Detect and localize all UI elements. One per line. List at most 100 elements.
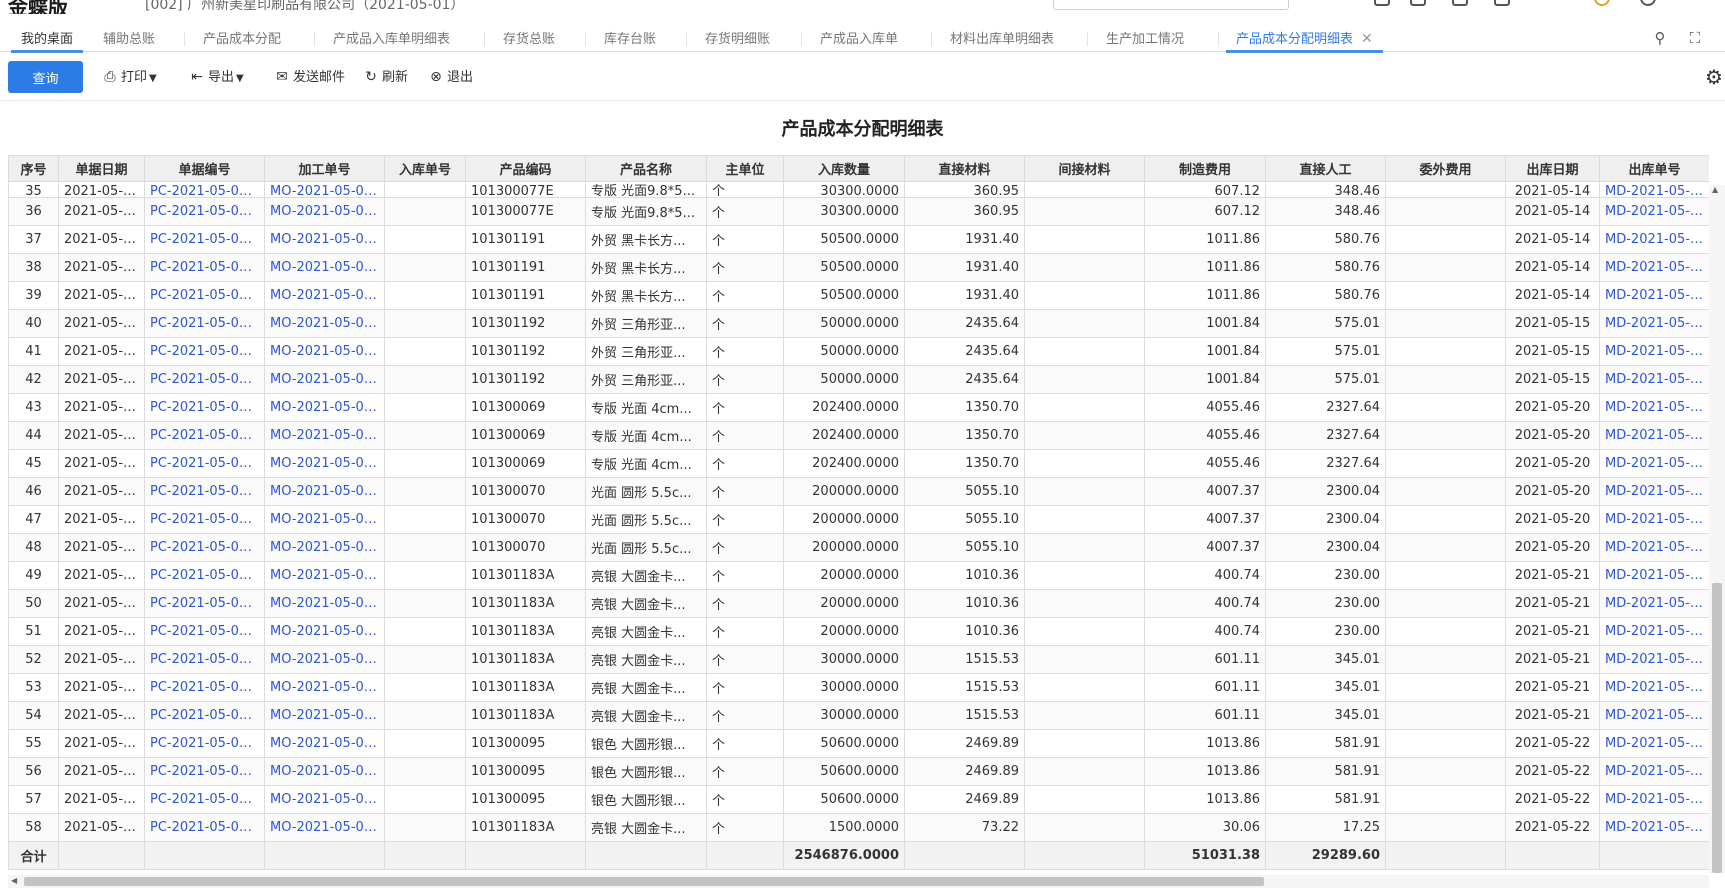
scroll-up-icon[interactable]: ▲	[1712, 185, 1718, 194]
avatar-icon[interactable]	[1594, 0, 1610, 6]
table-cell-link[interactable]: PC-2021-05-0002	[144, 449, 265, 478]
column-header[interactable]: 序号	[8, 155, 59, 182]
column-header[interactable]: 产品名称	[585, 155, 707, 182]
table-cell-link[interactable]: MO-2021-05-0121	[264, 589, 385, 618]
table-row[interactable]: 49 2021-05-31 PC-2021-05-0002 MO-2021-05-01…	[8, 561, 1709, 590]
table-row[interactable]: 53 2021-05-31 PC-2021-05-0002 MO-2021-05-01…	[8, 673, 1709, 702]
table-cell-link[interactable]: MD-2021-05-0092	[1599, 365, 1709, 394]
table-cell-link[interactable]: PC-2021-05-0002	[144, 281, 265, 310]
column-header[interactable]: 直接人工	[1265, 155, 1386, 182]
table-cell-link[interactable]: MO-2021-05-0078	[264, 181, 385, 198]
query-button[interactable]: 查询	[8, 61, 83, 93]
table-cell-link[interactable]: PC-2021-05-0002	[144, 617, 265, 646]
table-cell-link[interactable]: PC-2021-05-0002	[144, 561, 265, 590]
table-cell-link[interactable]: MD-2021-05-0084	[1599, 225, 1709, 254]
table-cell-link[interactable]: MD-2021-05-0134	[1599, 729, 1709, 758]
table-cell-link[interactable]: MO-2021-05-0080	[264, 281, 385, 310]
table-row[interactable]: 58 2021-05-31 PC-2021-05-0002 MO-2021-05-01…	[8, 813, 1709, 842]
table-cell-link[interactable]: PC-2021-05-0002	[144, 309, 265, 338]
table-cell-link[interactable]: MD-2021-05-0084	[1599, 253, 1709, 282]
table-cell-link[interactable]: MO-2021-05-0113	[264, 421, 385, 450]
refresh-button[interactable]: ↻ 刷新	[363, 66, 408, 88]
tab-cost-allocation-detail[interactable]: 产品成本分配明细表 ✕	[1226, 28, 1383, 53]
column-header[interactable]: 单据编号	[144, 155, 265, 182]
table-cell-link[interactable]: MD-2021-05-0130	[1599, 701, 1709, 730]
column-header[interactable]: 出库日期	[1505, 155, 1600, 182]
table-row[interactable]: 52 2021-05-31 PC-2021-05-0002 MO-2021-05-01…	[8, 645, 1709, 674]
help-icon[interactable]	[1640, 0, 1656, 6]
scroll-left-icon[interactable]: ◀	[11, 876, 17, 885]
table-cell-link[interactable]: MO-2021-05-0113	[264, 533, 385, 562]
search-icon[interactable]: ⚲	[1650, 28, 1670, 48]
table-cell-link[interactable]: MO-2021-05-0123	[264, 673, 385, 702]
table-cell-link[interactable]: MO-2021-05-0080	[264, 225, 385, 254]
table-cell-link[interactable]: MD-2021-05-0082	[1599, 197, 1709, 226]
table-cell-link[interactable]: PC-2021-05-0002	[144, 181, 265, 198]
tab-finished-goods-receipt[interactable]: 产成品入库单	[820, 28, 898, 52]
table-row[interactable]: 50 2021-05-31 PC-2021-05-0002 MO-2021-05-01…	[8, 589, 1709, 618]
tab-inventory-detail[interactable]: 存货明细账	[705, 28, 770, 52]
table-cell-link[interactable]: MD-2021-05-0119	[1599, 421, 1709, 450]
table-cell-link[interactable]: MO-2021-05-0088	[264, 365, 385, 394]
tab-cost-allocation[interactable]: 产品成本分配	[203, 28, 281, 52]
table-cell-link[interactable]: MO-2021-05-0127	[264, 729, 385, 758]
table-row[interactable]: 44 2021-05-31 PC-2021-05-0002 MO-2021-05-01…	[8, 421, 1709, 450]
vertical-scroll-thumb[interactable]	[1712, 583, 1722, 873]
table-row[interactable]: 35 2021-05-31 PC-2021-05-0002 MO-2021-05-00…	[8, 181, 1709, 198]
table-cell-link[interactable]: MD-2021-05-0134	[1599, 785, 1709, 814]
table-row[interactable]: 54 2021-05-31 PC-2021-05-0002 MO-2021-05-01…	[8, 701, 1709, 730]
tab-material-issue-detail[interactable]: 材料出库单明细表	[950, 28, 1054, 52]
table-cell-link[interactable]: PC-2021-05-0002	[144, 729, 265, 758]
table-row[interactable]: 41 2021-05-31 PC-2021-05-0002 MO-2021-05-00…	[8, 337, 1709, 366]
tab-inventory-ledger[interactable]: 存货总账	[503, 28, 555, 52]
table-cell-link[interactable]: PC-2021-05-0002	[144, 253, 265, 282]
table-row[interactable]: 39 2021-05-31 PC-2021-05-0002 MO-2021-05-00…	[8, 281, 1709, 310]
table-cell-link[interactable]: PC-2021-05-0002	[144, 477, 265, 506]
horizontal-scroll-thumb[interactable]	[24, 877, 1264, 886]
table-cell-link[interactable]: MO-2021-05-0121	[264, 617, 385, 646]
table-cell-link[interactable]: PC-2021-05-0002	[144, 813, 265, 842]
table-row[interactable]: 42 2021-05-31 PC-2021-05-0002 MO-2021-05-00…	[8, 365, 1709, 394]
table-row[interactable]: 38 2021-05-31 PC-2021-05-0002 MO-2021-05-00…	[8, 253, 1709, 282]
column-header[interactable]: 产品编码	[465, 155, 586, 182]
column-header[interactable]: 间接材料	[1024, 155, 1145, 182]
table-cell-link[interactable]: MD-2021-05-0119	[1599, 533, 1709, 562]
send-email-button[interactable]: ✉ 发送邮件	[274, 66, 345, 88]
column-header[interactable]: 入库单号	[384, 155, 466, 182]
table-row[interactable]: 37 2021-05-31 PC-2021-05-0002 MO-2021-05-00…	[8, 225, 1709, 254]
table-cell-link[interactable]: MD-2021-05-0119	[1599, 477, 1709, 506]
table-row[interactable]: 43 2021-05-31 PC-2021-05-0002 MO-2021-05-01…	[8, 393, 1709, 422]
export-button[interactable]: ⇤ 导出 ▼	[189, 66, 244, 88]
gear-icon[interactable]: ⚙	[1705, 65, 1723, 89]
table-cell-link[interactable]: MD-2021-05-0092	[1599, 337, 1709, 366]
table-cell-link[interactable]: MO-2021-05-0123	[264, 701, 385, 730]
table-cell-link[interactable]: PC-2021-05-0002	[144, 589, 265, 618]
table-cell-link[interactable]: PC-2021-05-0002	[144, 533, 265, 562]
close-icon[interactable]: ✕	[1361, 31, 1373, 47]
table-cell-link[interactable]: MD-2021-05-0119	[1599, 449, 1709, 478]
table-cell-link[interactable]: MD-2021-05-0092	[1599, 309, 1709, 338]
column-header[interactable]: 直接材料	[904, 155, 1025, 182]
header-tool-icon[interactable]	[1410, 0, 1426, 6]
header-tool-icon[interactable]	[1494, 0, 1510, 6]
table-cell-link[interactable]: MD-2021-05-0119	[1599, 393, 1709, 422]
tab-stock-ledger[interactable]: 库存台账	[604, 28, 656, 52]
table-row[interactable]: 48 2021-05-31 PC-2021-05-0002 MO-2021-05-01…	[8, 533, 1709, 562]
table-cell-link[interactable]: MD-2021-05-0134	[1599, 813, 1709, 842]
table-cell-link[interactable]: MD-2021-05-0130	[1599, 645, 1709, 674]
table-cell-link[interactable]: MD-2021-05-0084	[1599, 281, 1709, 310]
table-cell-link[interactable]: MO-2021-05-0080	[264, 253, 385, 282]
header-tool-icon[interactable]	[1374, 0, 1390, 6]
table-cell-link[interactable]: MO-2021-05-0078	[264, 197, 385, 226]
table-cell-link[interactable]: MD-2021-05-0128	[1599, 617, 1709, 646]
table-cell-link[interactable]: MO-2021-05-0127	[264, 785, 385, 814]
table-row[interactable]: 45 2021-05-31 PC-2021-05-0002 MO-2021-05-01…	[8, 449, 1709, 478]
table-cell-link[interactable]: MD-2021-05-0082	[1599, 181, 1709, 198]
table-cell-link[interactable]: MO-2021-05-0088	[264, 309, 385, 338]
table-cell-link[interactable]: PC-2021-05-0002	[144, 757, 265, 786]
global-search-input[interactable]	[1053, 0, 1289, 10]
table-cell-link[interactable]: PC-2021-05-0002	[144, 365, 265, 394]
column-header[interactable]: 单据日期	[58, 155, 145, 182]
table-row[interactable]: 56 2021-05-31 PC-2021-05-0002 MO-2021-05-01…	[8, 757, 1709, 786]
table-cell-link[interactable]: MO-2021-05-0123	[264, 645, 385, 674]
